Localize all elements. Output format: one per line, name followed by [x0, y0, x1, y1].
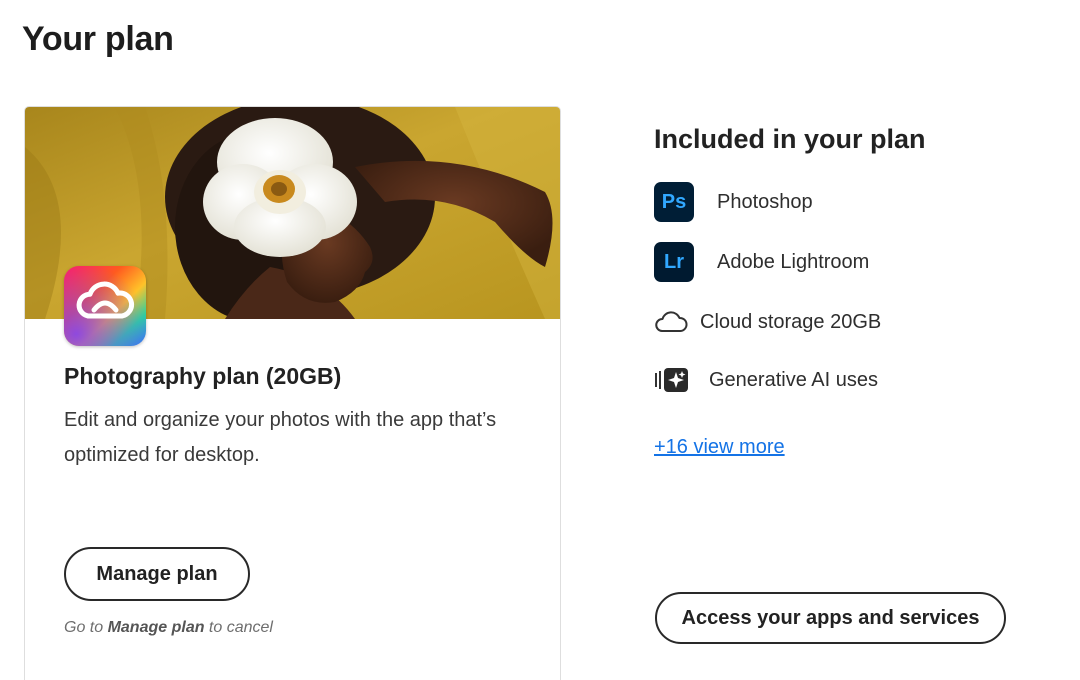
included-item-label: Adobe Lightroom	[717, 250, 870, 273]
cancel-note: Go to Manage plan to cancel	[64, 619, 273, 637]
included-item-lightroom: Lr Adobe Lightroom	[654, 242, 869, 282]
creative-cloud-icon	[64, 266, 146, 346]
access-apps-button[interactable]: Access your apps and services	[655, 592, 1006, 644]
photoshop-icon: Ps	[654, 182, 694, 222]
included-item-cloud-storage: Cloud storage 20GB	[654, 302, 881, 342]
cloud-icon	[654, 309, 688, 335]
plan-page: Your plan Photography plan (20GB) Edit a…	[0, 0, 1080, 680]
view-more-link[interactable]: +16 view more	[654, 436, 785, 459]
included-item-generative-ai: Generative AI uses	[654, 360, 878, 400]
cancel-note-prefix: Go to	[64, 619, 108, 636]
included-item-label: Cloud storage 20GB	[700, 310, 882, 333]
page-title: Your plan	[22, 20, 174, 58]
included-title: Included in your plan	[654, 124, 926, 154]
plan-name: Photography plan (20GB)	[64, 363, 342, 389]
manage-plan-button[interactable]: Manage plan	[64, 547, 250, 601]
cancel-note-emphasis: Manage plan	[107, 619, 205, 636]
plan-description: Edit and organize your photos with the a…	[64, 409, 497, 466]
cancel-note-suffix: to cancel	[204, 619, 273, 636]
plan-card: Photography plan (20GB) Edit and organiz…	[24, 106, 561, 680]
included-item-photoshop: Ps Photoshop	[654, 182, 813, 222]
included-item-label: Photoshop	[717, 190, 813, 213]
included-item-label: Generative AI uses	[709, 368, 878, 391]
generative-ai-icon	[654, 366, 690, 394]
lightroom-icon: Lr	[654, 242, 694, 282]
